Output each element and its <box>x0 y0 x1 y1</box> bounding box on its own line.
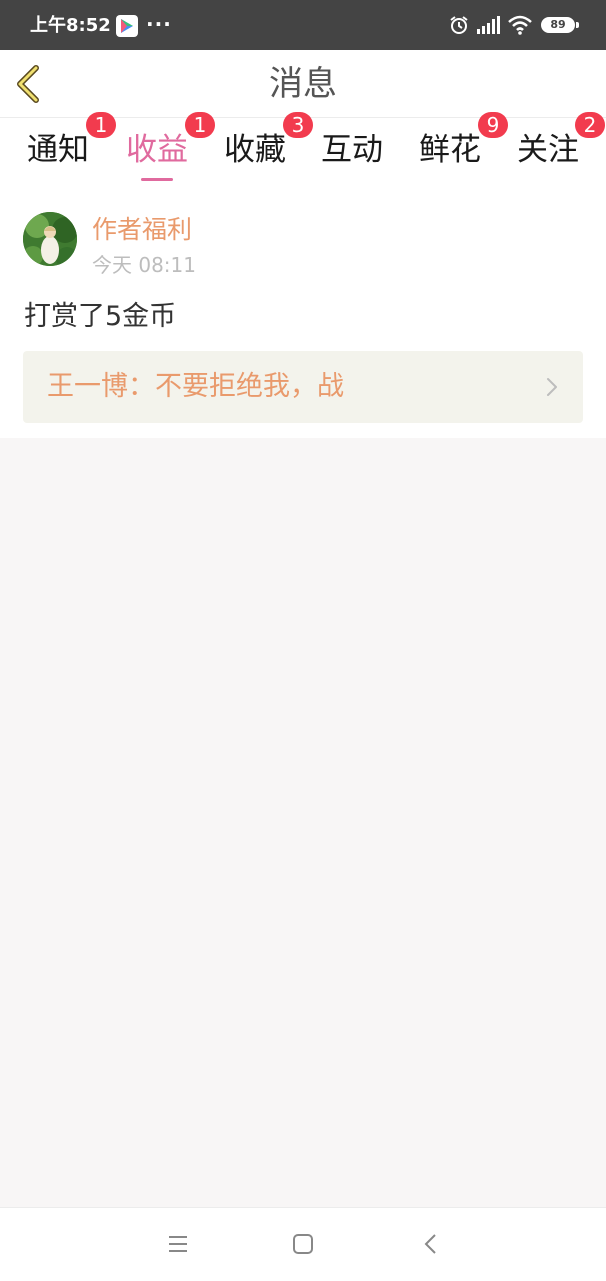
alarm-icon <box>449 15 469 39</box>
message-timestamp: 今天 08:11 <box>92 253 196 277</box>
tab-following[interactable]: 关注 2 <box>503 112 605 198</box>
chevron-right-icon <box>547 378 557 396</box>
tab-interactions[interactable]: 互动 <box>307 118 397 198</box>
status-time: 上午8:52 <box>30 15 111 36</box>
menu-button[interactable] <box>166 1232 190 1256</box>
tab-earnings[interactable]: 收益 1 <box>112 112 215 198</box>
app-store-icon <box>116 15 138 37</box>
message-content: 打赏了5金币 <box>24 301 177 332</box>
linked-work-title: 王一博：不要拒绝我，战 <box>47 371 344 402</box>
tab-notifications[interactable]: 通知 1 <box>13 112 116 198</box>
tab-favorites[interactable]: 收藏 3 <box>210 112 313 198</box>
page-title: 消息 <box>269 64 337 104</box>
tab-badge: 2 <box>575 112 605 138</box>
message-card: 作者福利 今天 08:11 打赏了5金币 王一博：不要拒绝我，战 <box>0 198 606 438</box>
more-notifications-icon: ··· <box>146 12 172 36</box>
linked-work-button[interactable]: 王一博：不要拒绝我，战 <box>23 351 583 423</box>
tab-label: 收益 <box>126 132 188 168</box>
active-tab-indicator <box>141 178 173 181</box>
wifi-icon <box>508 15 532 39</box>
tab-label: 互动 <box>321 132 383 168</box>
system-nav-bar <box>0 1207 606 1281</box>
status-bar: 上午8:52 ··· 89 <box>0 0 606 50</box>
signal-icon <box>477 16 501 38</box>
home-icon <box>293 1234 313 1254</box>
system-back-button[interactable] <box>419 1232 443 1256</box>
back-icon <box>424 1234 436 1254</box>
tab-bar: 通知 1 收益 1 收藏 3 互动 鲜花 9 关注 2 <box>0 112 606 198</box>
tab-label: 通知 <box>27 132 89 168</box>
tab-label: 收藏 <box>224 132 286 168</box>
tab-label: 关注 <box>517 132 579 168</box>
battery-icon: 89 <box>541 17 575 33</box>
home-button[interactable] <box>291 1232 315 1256</box>
app-header: 消息 <box>0 50 606 118</box>
tab-flowers[interactable]: 鲜花 9 <box>405 112 508 198</box>
sender-name[interactable]: 作者福利 <box>92 214 192 246</box>
avatar[interactable] <box>23 212 77 266</box>
menu-icon <box>169 1236 187 1252</box>
battery-tip <box>576 22 579 28</box>
tab-label: 鲜花 <box>419 132 481 168</box>
